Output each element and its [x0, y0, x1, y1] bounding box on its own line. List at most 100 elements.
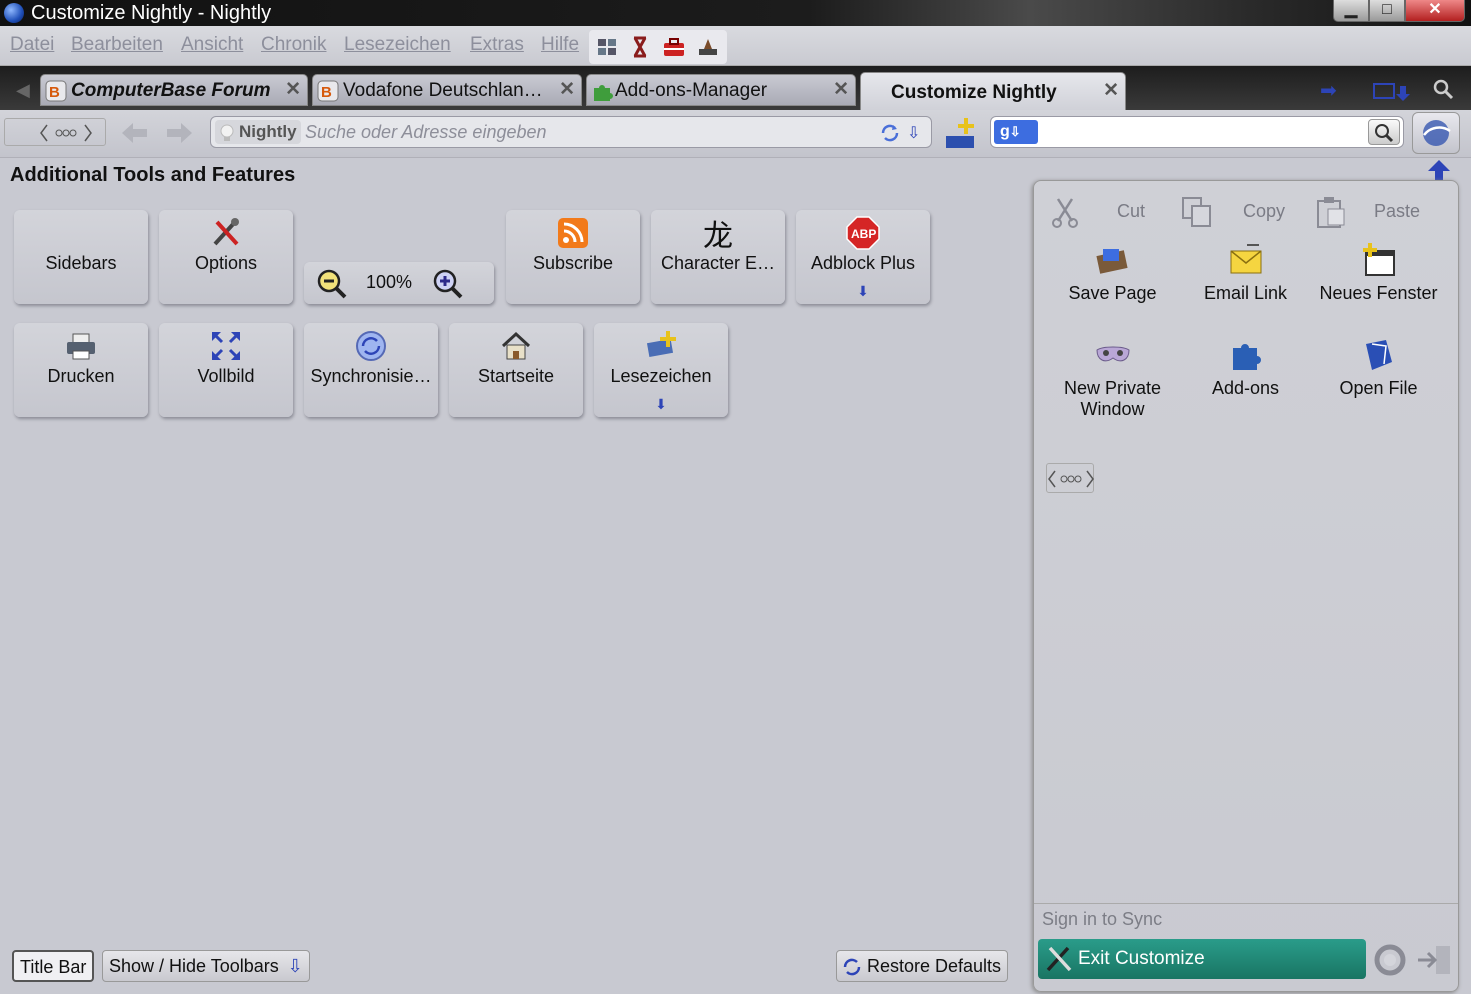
- computerbase-icon: B: [317, 80, 339, 102]
- palette-item-drucken[interactable]: Drucken: [14, 323, 148, 417]
- reload-icon[interactable]: [877, 121, 903, 145]
- menu-extras[interactable]: Extras: [470, 34, 524, 56]
- menu-bearbeiten[interactable]: Bearbeiten: [71, 34, 163, 56]
- palette-item-adblock-plus[interactable]: ABP Adblock Plus ⬇: [796, 210, 930, 304]
- dropdown-arrow-icon[interactable]: ⬇: [857, 283, 869, 300]
- panel-item-label: Add-ons: [1211, 378, 1280, 398]
- fullscreen-icon: [209, 329, 243, 363]
- palette-item-vollbild[interactable]: Vollbild: [159, 323, 293, 417]
- panel-item-save-page[interactable]: Save Page: [1046, 241, 1179, 304]
- copy-button[interactable]: Copy: [1243, 201, 1285, 222]
- dropdown-arrow-icon: ⇩: [287, 956, 303, 976]
- paste-icon[interactable]: [1314, 195, 1348, 229]
- palette-item-subscribe[interactable]: Subscribe: [506, 210, 640, 304]
- tab-label: ComputerBase Forum: [71, 80, 271, 101]
- flexible-space-item[interactable]: [4, 118, 106, 146]
- palette-item-lesezeichen[interactable]: Lesezeichen ⬇: [594, 323, 728, 417]
- panel-item-label: Open File: [1339, 378, 1418, 398]
- bookmark-add-icon[interactable]: [942, 116, 978, 152]
- tab-label: Add-ons-Manager: [615, 80, 768, 101]
- panel-item-email-link[interactable]: Email Link: [1179, 241, 1312, 304]
- navigation-toolbar: Nightly Suche oder Adresse eingeben ⇩ g⇩: [0, 110, 1471, 158]
- wrench-screwdriver-icon: [1046, 946, 1072, 972]
- palette-item-sidebars[interactable]: Sidebars: [14, 210, 148, 304]
- palette-item-label: Options: [194, 253, 258, 273]
- panel-item-label: Email Link: [1203, 283, 1288, 303]
- close-tab-icon[interactable]: ✕: [833, 78, 849, 101]
- tab-strip: ◀ B ComputerBase Forum ✕ B Vodafone Deut…: [0, 66, 1471, 110]
- quit-icon[interactable]: [1416, 943, 1454, 977]
- all-tabs-icon[interactable]: [1372, 80, 1416, 102]
- copy-icon[interactable]: [1180, 195, 1214, 229]
- panel-item-open-file[interactable]: Open File: [1312, 336, 1445, 399]
- close-tab-icon[interactable]: ✕: [285, 78, 301, 101]
- computerbase-icon: B: [45, 80, 67, 102]
- panel-item-add-ons[interactable]: Add-ons: [1179, 336, 1312, 399]
- zoom-in-icon[interactable]: [432, 268, 464, 300]
- puzzle-icon: [591, 80, 613, 102]
- close-tab-icon[interactable]: ✕: [559, 78, 575, 101]
- close-window-button[interactable]: ✕: [1405, 0, 1465, 22]
- search-bar[interactable]: g⇩: [990, 116, 1404, 148]
- maximize-button[interactable]: □: [1369, 0, 1405, 22]
- palette-item-label: Lesezeichen: [610, 366, 712, 386]
- paste-button[interactable]: Paste: [1374, 201, 1420, 222]
- palette-item-zoom[interactable]: 100%: [304, 262, 494, 304]
- help-lifebuoy-icon[interactable]: [1372, 943, 1408, 977]
- tab-label: Vodafone Deutschlan…: [343, 80, 543, 101]
- palette-item-options[interactable]: Options: [159, 210, 293, 304]
- restore-defaults-label: Restore Defaults: [867, 956, 1002, 976]
- palette-item-label: Synchronisie…: [310, 366, 432, 386]
- menu-hilfe[interactable]: Hilfe: [541, 34, 579, 56]
- forward-arrow-icon[interactable]: [164, 120, 194, 146]
- toolbox-icon[interactable]: [659, 33, 689, 61]
- google-engine-icon[interactable]: g⇩: [994, 120, 1038, 144]
- stamp-icon[interactable]: [693, 33, 723, 61]
- panel-flexible-space-item[interactable]: [1046, 463, 1094, 493]
- exit-customize-button[interactable]: Exit Customize: [1038, 939, 1366, 979]
- menu-lesezeichen[interactable]: Lesezeichen: [344, 34, 451, 56]
- scissors-icon[interactable]: [1048, 195, 1082, 229]
- sign-in-to-sync-link[interactable]: Sign in to Sync: [1042, 909, 1162, 930]
- back-arrow-icon[interactable]: [120, 120, 150, 146]
- palette-item-startseite[interactable]: Startseite: [449, 323, 583, 417]
- menu-chronik[interactable]: Chronik: [261, 34, 326, 56]
- tab-scroll-right-icon[interactable]: ➡: [1320, 78, 1337, 103]
- tab-addons-manager[interactable]: Add-ons-Manager ✕: [586, 74, 856, 106]
- browser-window: Customize Nightly - Nightly ▁ □ ✕ Datei …: [0, 0, 1471, 994]
- search-tabs-icon[interactable]: [1432, 78, 1456, 102]
- search-button[interactable]: [1368, 119, 1400, 145]
- tab-computerbase[interactable]: B ComputerBase Forum ✕: [40, 74, 308, 106]
- panel-item-new-private-window[interactable]: New Private Window: [1046, 336, 1179, 420]
- palette-item-label: Subscribe: [532, 253, 614, 273]
- history-dropdown-icon[interactable]: ⇩: [907, 123, 920, 143]
- panel-item-label: New Private Window: [1063, 378, 1162, 419]
- palette-item-synchronisieren[interactable]: Synchronisie…: [304, 323, 438, 417]
- panel-item-neues-fenster[interactable]: Neues Fenster: [1312, 241, 1445, 304]
- title-bar-toggle[interactable]: Title Bar: [12, 950, 95, 982]
- nightly-menu-button[interactable]: [1412, 112, 1460, 154]
- palette-item-label: Character E…: [660, 253, 776, 273]
- show-hide-toolbars-button[interactable]: Show / Hide Toolbars ⇩: [102, 950, 310, 982]
- dropdown-arrow-icon[interactable]: ⬇: [655, 396, 667, 413]
- identity-label: Nightly: [239, 122, 297, 141]
- menubar-icon-group: [589, 30, 727, 64]
- palette-item-character-encoding[interactable]: 龙 Character E…: [651, 210, 785, 304]
- tab-vodafone[interactable]: B Vodafone Deutschlan… ✕: [312, 74, 582, 106]
- tab-scroll-left-icon[interactable]: ◀: [16, 80, 30, 101]
- menu-ansicht[interactable]: Ansicht: [181, 34, 243, 56]
- close-tab-icon[interactable]: ✕: [1103, 79, 1119, 102]
- restore-defaults-button[interactable]: Restore Defaults: [836, 950, 1009, 982]
- cut-button[interactable]: Cut: [1117, 201, 1145, 222]
- hourglass-icon[interactable]: [625, 33, 655, 61]
- menu-datei[interactable]: Datei: [10, 34, 54, 56]
- url-input[interactable]: Suche oder Adresse eingeben: [305, 122, 547, 143]
- zoom-out-icon[interactable]: [316, 268, 348, 300]
- tab-customize-nightly[interactable]: Customize Nightly ✕: [860, 72, 1126, 110]
- grid-icon[interactable]: [592, 33, 622, 61]
- url-bar[interactable]: Nightly Suche oder Adresse eingeben ⇩: [210, 116, 932, 148]
- minimize-button[interactable]: ▁: [1333, 0, 1369, 22]
- rss-feed-icon: [556, 216, 590, 250]
- palette-item-label: Sidebars: [45, 253, 117, 273]
- svg-text:B: B: [321, 84, 332, 101]
